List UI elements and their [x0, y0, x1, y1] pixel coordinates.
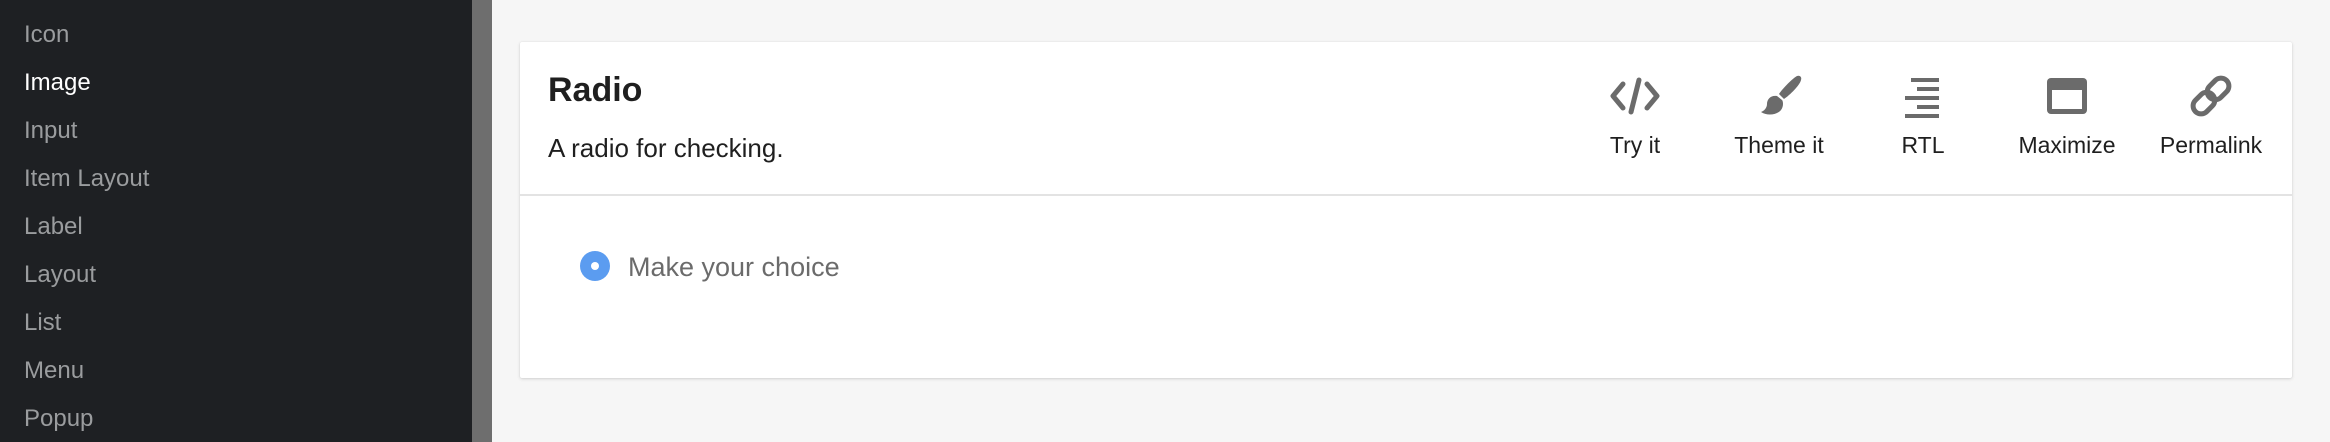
card-body: Make your choice: [520, 196, 2292, 378]
sidebar-item-icon[interactable]: Icon: [24, 18, 69, 52]
align-right-icon: [1905, 78, 1939, 118]
maximize-button[interactable]: Maximize: [2002, 72, 2132, 172]
radio-button-checked[interactable]: [580, 251, 610, 281]
maximize-label: Maximize: [2018, 132, 2116, 158]
sidebar-item-image[interactable]: Image: [24, 66, 91, 100]
card-toolbar: Try it Theme it RTL Maximize Permalink: [520, 42, 2292, 194]
radio-dot: [591, 262, 599, 270]
sidebar-item-layout[interactable]: Layout: [24, 258, 96, 292]
sidebar: Icon Image Input Item Layout Label Layou…: [0, 0, 472, 442]
code-icon: [1610, 77, 1660, 115]
theme-it-label: Theme it: [1734, 132, 1824, 158]
sidebar-item-menu[interactable]: Menu: [24, 354, 84, 388]
sidebar-item-popup[interactable]: Popup: [24, 402, 93, 436]
paintbrush-icon: [1761, 75, 1802, 115]
link-icon: [2190, 75, 2232, 117]
main-content: Radio A radio for checking. Try it Theme…: [492, 0, 2330, 442]
rtl-label: RTL: [1901, 132, 1945, 158]
card-header: Radio A radio for checking. Try it Theme…: [520, 42, 2292, 196]
sidebar-item-item-layout[interactable]: Item Layout: [24, 162, 149, 196]
sidebar-item-label[interactable]: Label: [24, 210, 83, 244]
sidebar-item-input[interactable]: Input: [24, 114, 77, 148]
maximize-window-icon: [2047, 78, 2087, 114]
permalink-label: Permalink: [2159, 132, 2263, 158]
try-it-label: Try it: [1609, 132, 1661, 158]
component-card: Radio A radio for checking. Try it Theme…: [520, 42, 2292, 378]
radio-label[interactable]: Make your choice: [628, 250, 840, 284]
sidebar-item-list[interactable]: List: [24, 306, 61, 340]
permalink-button[interactable]: Permalink: [2146, 72, 2276, 172]
theme-it-button[interactable]: Theme it: [1714, 72, 1844, 172]
try-it-button[interactable]: Try it: [1570, 72, 1700, 172]
rtl-button[interactable]: RTL: [1858, 72, 1988, 172]
sidebar-scrollbar[interactable]: [472, 0, 492, 442]
